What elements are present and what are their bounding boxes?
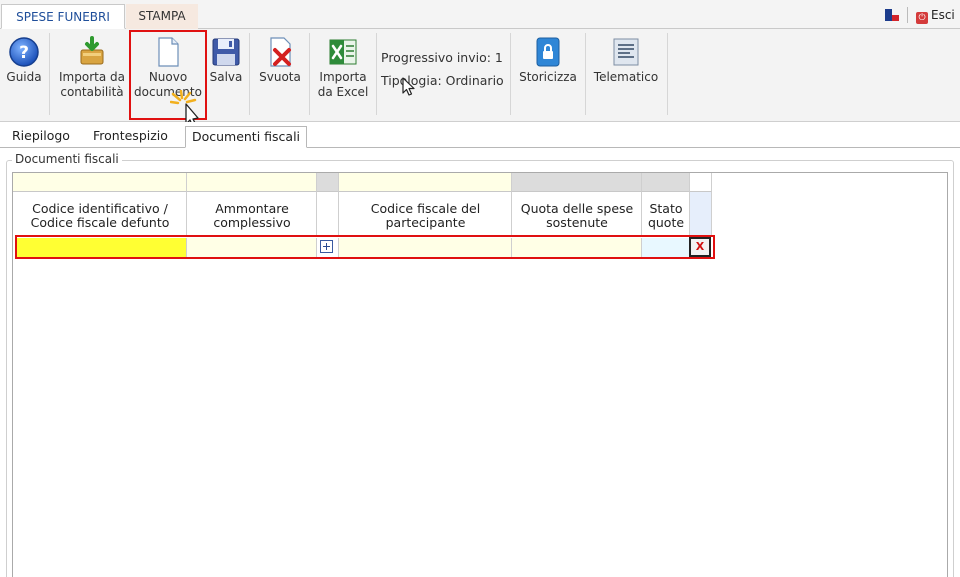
help-icon: ? bbox=[9, 37, 39, 67]
top-tab-bar: SPESE FUNEBRI STAMPA ⏻ Esci bbox=[0, 0, 960, 29]
exit-label: Esci bbox=[931, 8, 955, 22]
save-icon bbox=[212, 38, 240, 66]
telematic-icon bbox=[613, 38, 639, 66]
import-accounting-icon bbox=[80, 36, 104, 65]
delete-row-button[interactable]: X bbox=[689, 237, 711, 257]
documents-grid bbox=[12, 172, 948, 577]
import-accounting-button[interactable]: Importa da contabilità bbox=[54, 29, 130, 117]
save-label: Salva bbox=[209, 70, 243, 84]
exit-button[interactable]: ⏻ Esci bbox=[916, 8, 955, 24]
ribbon-divider bbox=[510, 33, 511, 115]
clear-label: Svuota bbox=[259, 70, 301, 84]
header-cell bbox=[317, 192, 339, 236]
divider bbox=[907, 7, 908, 23]
filter-cell[interactable] bbox=[339, 173, 512, 192]
ribbon-divider bbox=[667, 33, 668, 115]
telematico-button[interactable]: Telematico bbox=[589, 29, 663, 117]
row-highlight bbox=[15, 235, 715, 259]
filter-cell[interactable] bbox=[13, 173, 187, 192]
plus-box-icon[interactable] bbox=[320, 240, 333, 253]
tipologia-info: Tipologia: Ordinario bbox=[381, 73, 504, 88]
sub-tab-bar: Riepilogo Frontespizio Documenti fiscali bbox=[0, 122, 960, 148]
filter-cell bbox=[317, 173, 339, 192]
guida-button[interactable]: ? Guida bbox=[2, 29, 46, 117]
filter-cell bbox=[512, 173, 642, 192]
guida-label: Guida bbox=[6, 70, 42, 84]
svg-text:?: ? bbox=[19, 43, 29, 63]
ribbon-divider bbox=[249, 33, 250, 115]
filter-cell bbox=[690, 173, 712, 192]
clear-document-icon bbox=[270, 37, 291, 67]
storicizza-label: Storicizza bbox=[519, 70, 577, 84]
telematico-label: Telematico bbox=[593, 70, 659, 84]
filter-cell bbox=[642, 173, 690, 192]
tab-frontespizio[interactable]: Frontespizio bbox=[93, 126, 168, 148]
progressivo-info: Progressivo invio: 1 bbox=[381, 50, 503, 65]
column-header-codice: Codice identificativo / Codice fiscale d… bbox=[30, 201, 170, 230]
clear-button[interactable]: Svuota bbox=[255, 29, 305, 117]
save-button[interactable]: Salva bbox=[207, 29, 245, 117]
import-excel-button[interactable]: Importa da Excel bbox=[313, 29, 373, 117]
import-accounting-label: Importa da contabilità bbox=[59, 70, 125, 99]
ribbon-divider bbox=[376, 33, 377, 115]
ribbon-divider bbox=[49, 33, 50, 115]
filter-cell[interactable] bbox=[187, 173, 317, 192]
power-icon: ⏻ bbox=[916, 12, 928, 24]
tab-riepilogo[interactable]: Riepilogo bbox=[12, 126, 70, 148]
column-header-quota: Quota delle spese sostenute bbox=[520, 201, 634, 230]
column-header-cf-partecipante: Codice fiscale del partecipante bbox=[370, 201, 481, 230]
column-header-stato: Stato quote bbox=[647, 201, 685, 230]
import-excel-label: Importa da Excel bbox=[317, 70, 369, 99]
lock-archive-icon bbox=[536, 37, 560, 67]
column-header-ammontare: Ammontare complessivo bbox=[213, 201, 291, 230]
excel-icon bbox=[329, 39, 357, 65]
header-cell bbox=[690, 192, 712, 236]
flag-icon[interactable] bbox=[885, 9, 899, 21]
pointer-cursor-icon bbox=[402, 77, 415, 96]
tab-spese-funebri[interactable]: SPESE FUNEBRI bbox=[1, 4, 125, 29]
section-legend: Documenti fiscali bbox=[12, 152, 122, 166]
ribbon-divider bbox=[585, 33, 586, 115]
tab-documenti-fiscali[interactable]: Documenti fiscali bbox=[185, 126, 307, 148]
ribbon-divider bbox=[309, 33, 310, 115]
tab-stampa[interactable]: STAMPA bbox=[126, 4, 198, 29]
storicizza-button[interactable]: Storicizza bbox=[515, 29, 581, 117]
